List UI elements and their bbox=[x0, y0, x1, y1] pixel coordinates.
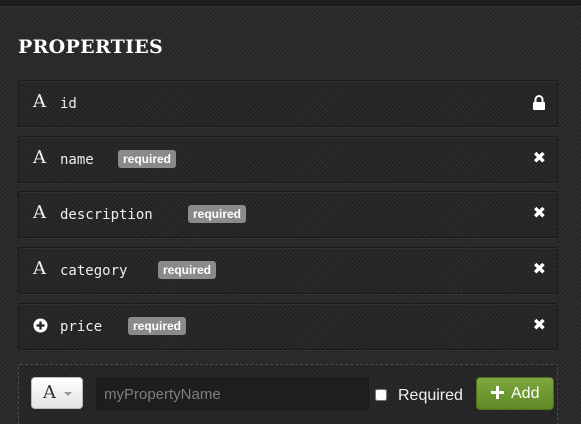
required-checkbox-label[interactable]: Required bbox=[398, 387, 463, 405]
property-name: id bbox=[60, 96, 77, 112]
required-badge: required bbox=[158, 261, 217, 279]
add-button-label: Add bbox=[511, 385, 540, 402]
property-row-description[interactable]: A description required ✖ bbox=[18, 191, 558, 238]
plus-circle-icon bbox=[33, 318, 48, 333]
text-type-icon: A bbox=[33, 202, 46, 223]
property-name: price bbox=[60, 319, 103, 335]
property-row-category[interactable]: A category required ✖ bbox=[18, 247, 558, 294]
text-type-icon: A bbox=[33, 258, 46, 279]
text-type-icon: A bbox=[33, 91, 46, 112]
property-row-price[interactable]: price required ✖ bbox=[18, 303, 558, 350]
close-icon[interactable]: ✖ bbox=[533, 315, 546, 335]
close-icon[interactable]: ✖ bbox=[533, 203, 546, 223]
required-badge: required bbox=[118, 150, 177, 168]
text-type-icon: A bbox=[33, 147, 46, 168]
top-strip bbox=[0, 0, 581, 7]
required-badge: required bbox=[128, 317, 187, 335]
add-property-button[interactable]: Add bbox=[476, 377, 554, 410]
property-name: name bbox=[60, 152, 94, 168]
caret-down-icon bbox=[64, 392, 72, 396]
text-type-icon: A bbox=[43, 382, 56, 403]
property-row-id[interactable]: A id bbox=[18, 80, 558, 127]
property-name: category bbox=[60, 263, 128, 279]
required-badge: required bbox=[188, 205, 247, 223]
add-property-form: A Required Add bbox=[18, 364, 558, 424]
plus-icon bbox=[491, 386, 504, 399]
property-name-input[interactable] bbox=[96, 378, 369, 410]
close-icon[interactable]: ✖ bbox=[533, 148, 546, 168]
property-name: description bbox=[60, 207, 153, 223]
property-row-name[interactable]: A name required ✖ bbox=[18, 136, 558, 183]
close-icon[interactable]: ✖ bbox=[533, 259, 546, 279]
type-select-dropdown[interactable]: A bbox=[31, 377, 83, 409]
required-checkbox[interactable] bbox=[375, 389, 387, 401]
lock-icon bbox=[533, 95, 545, 110]
page-title: PROPERTIES bbox=[18, 36, 164, 58]
